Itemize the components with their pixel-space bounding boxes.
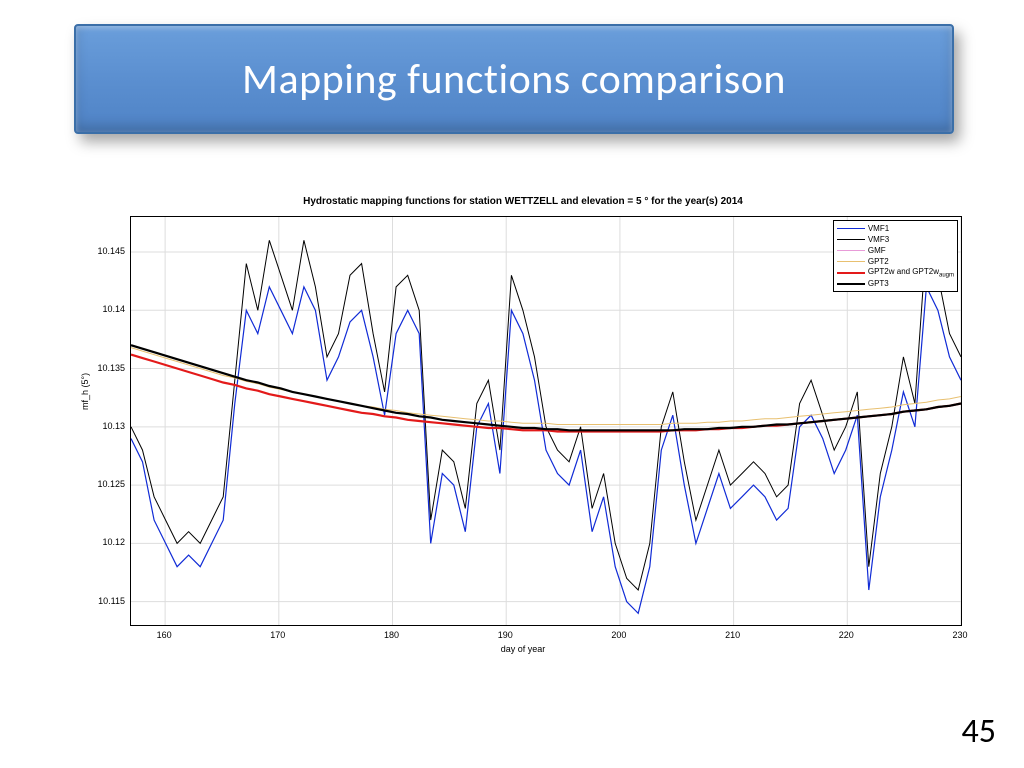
x-tick: 220 [834,630,858,640]
x-tick: 180 [380,630,404,640]
page-number: 45 [962,711,996,752]
plot-area: VMF1 VMF3 GMF GPT2GPT2w and GPT2waugmGPT3 [130,216,962,626]
series-gpt2 [131,348,961,425]
series-gmf [131,345,961,430]
y-tick: 10.135 [85,363,125,373]
legend-swatch [837,261,865,262]
x-tick: 230 [948,630,972,640]
y-tick: 10.125 [85,479,125,489]
legend: VMF1 VMF3 GMF GPT2GPT2w and GPT2waugmGPT3 [833,220,958,292]
legend-item: GPT2 [837,256,954,267]
legend-label: VMF3 [868,235,889,244]
legend-swatch [837,283,865,285]
x-tick: 160 [152,630,176,640]
x-tick: 210 [721,630,745,640]
legend-item: GPT2w and GPT2waugm [837,267,954,278]
x-tick: 170 [266,630,290,640]
slide-title-box: Mapping functions comparison [74,24,954,134]
y-tick: 10.14 [85,304,125,314]
x-axis-label: day of year [78,644,968,654]
legend-swatch [837,239,865,240]
x-tick: 190 [493,630,517,640]
x-tick: 200 [607,630,631,640]
legend-item: VMF3 [837,234,954,245]
series-vmf3 [131,240,961,590]
slide-title: Mapping functions comparison [242,54,786,105]
legend-label: GPT2 [868,257,889,266]
y-tick: 10.13 [85,421,125,431]
legend-item: GMF [837,245,954,256]
y-axis-label: mf_h (5°) [80,373,90,410]
legend-item: GPT3 [837,278,954,289]
series-gpt3 [131,345,961,430]
legend-label: GMF [868,246,886,255]
legend-label: GPT2w and GPT2waugm [868,267,954,279]
y-tick: 10.115 [85,596,125,606]
series-vmf1 [131,287,961,613]
legend-swatch [837,272,865,274]
y-tick: 10.145 [85,246,125,256]
legend-swatch [837,250,865,251]
chart: Hydrostatic mapping functions for statio… [78,210,968,660]
legend-swatch [837,228,865,229]
legend-label: GPT3 [868,279,889,288]
legend-item: VMF1 [837,223,954,234]
y-tick: 10.12 [85,537,125,547]
legend-label: VMF1 [868,224,889,233]
chart-title: Hydrostatic mapping functions for statio… [78,196,968,207]
